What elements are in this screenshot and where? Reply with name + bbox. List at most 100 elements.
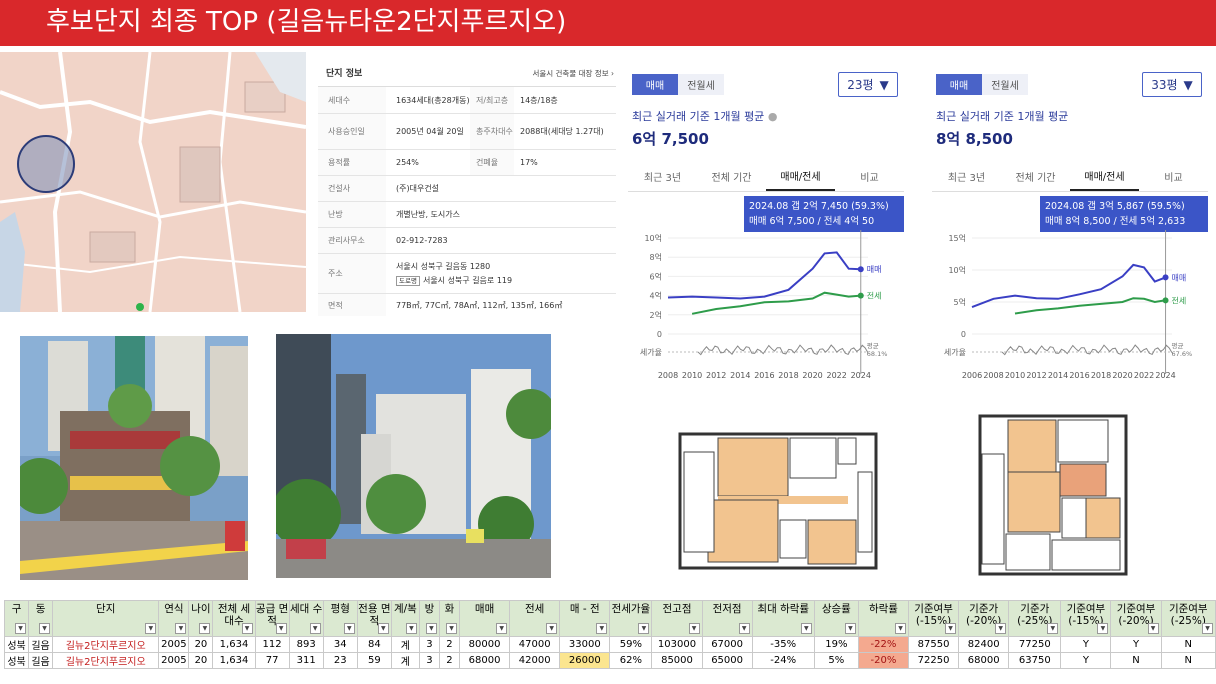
table-cell[interactable]: 68000 — [958, 652, 1010, 669]
filter-dropdown-icon[interactable]: ▼ — [496, 623, 508, 634]
tab-sale[interactable]: 매매 — [632, 74, 678, 95]
column-header[interactable]: 전세 ▼ — [509, 600, 561, 637]
filter-dropdown-icon[interactable]: ▼ — [15, 623, 27, 634]
filter-dropdown-icon[interactable]: ▼ — [175, 623, 187, 634]
filter-dropdown-icon[interactable]: ▼ — [1047, 623, 1059, 634]
filter-dropdown-icon[interactable]: ▼ — [241, 623, 253, 634]
table-cell[interactable]: -20% — [857, 652, 910, 669]
table-cell[interactable]: 길음 — [28, 652, 54, 669]
filter-dropdown-icon[interactable]: ▼ — [199, 623, 211, 634]
column-header[interactable]: 단지 ▼ — [52, 600, 160, 637]
table-cell[interactable]: 47000 — [509, 636, 561, 653]
column-header[interactable]: 기준가 (-25%) ▼ — [1008, 600, 1062, 637]
filter-dropdown-icon[interactable]: ▼ — [425, 623, 437, 634]
tab-sale[interactable]: 매매 — [936, 74, 982, 95]
table-cell[interactable]: 72250 — [907, 652, 960, 669]
column-header[interactable]: 매 - 전 ▼ — [559, 600, 611, 637]
filter-dropdown-icon[interactable]: ▼ — [844, 623, 856, 634]
table-cell[interactable]: 길음 — [28, 636, 54, 653]
filter-dropdown-icon[interactable]: ▼ — [738, 623, 750, 634]
table-cell[interactable]: 23 — [322, 652, 358, 669]
table-cell[interactable]: 85000 — [651, 652, 703, 669]
column-header[interactable]: 최대 하락률 ▼ — [751, 600, 815, 637]
column-header[interactable]: 전저점 ▼ — [701, 600, 753, 637]
table-cell[interactable]: 59 — [356, 652, 392, 669]
table-cell[interactable]: 26000 — [559, 652, 611, 669]
table-cell[interactable]: 1,634 — [212, 636, 256, 653]
table-cell[interactable]: 42000 — [509, 652, 561, 669]
column-header[interactable]: 기준여부 (-25%) ▼ — [1160, 600, 1216, 637]
filter-dropdown-icon[interactable]: ▼ — [638, 623, 650, 634]
filter-dropdown-icon[interactable]: ▼ — [596, 623, 608, 634]
table-cell[interactable]: 5% — [813, 652, 859, 669]
location-map[interactable] — [0, 52, 306, 312]
table-cell[interactable]: N — [1110, 652, 1162, 669]
table-cell[interactable]: -35% — [751, 636, 815, 653]
table-cell[interactable]: 성북 — [3, 636, 30, 653]
column-header[interactable]: 연식 ▼ — [158, 600, 190, 637]
column-header[interactable]: 기준여부 (-15%) ▼ — [907, 600, 960, 637]
table-cell[interactable]: 2 — [438, 636, 461, 653]
price-chart-23[interactable]: 0 2억 4억 6억 8억 10억매매전세세가율 평균68.1% 2008 2010 2012 20… — [628, 230, 904, 380]
table-cell[interactable]: 62% — [609, 652, 653, 669]
table-cell[interactable]: 계 — [390, 636, 420, 653]
tab-all-period[interactable]: 전체 기간 — [1001, 162, 1070, 191]
table-cell[interactable]: 82400 — [958, 636, 1010, 653]
table-cell[interactable]: Y — [1060, 636, 1112, 653]
filter-dropdown-icon[interactable]: ▼ — [1097, 623, 1109, 634]
column-header[interactable]: 평형 ▼ — [322, 600, 358, 637]
column-header[interactable]: 기준가 (-20%) ▼ — [958, 600, 1010, 637]
table-cell[interactable]: 3 — [418, 636, 440, 653]
column-header[interactable]: 하락률 ▼ — [857, 600, 910, 637]
table-cell[interactable]: 112 — [254, 636, 290, 653]
filter-dropdown-icon[interactable]: ▼ — [995, 623, 1007, 634]
column-header[interactable]: 계/복 ▼ — [390, 600, 420, 637]
tab-sale-rent[interactable]: 매매/전세 — [766, 162, 835, 191]
filter-dropdown-icon[interactable]: ▼ — [546, 623, 558, 634]
tab-compare[interactable]: 비교 — [835, 162, 904, 191]
column-header[interactable]: 화 ▼ — [438, 600, 461, 637]
column-header[interactable]: 상승률 ▼ — [813, 600, 859, 637]
table-cell[interactable]: Y — [1110, 636, 1162, 653]
column-header[interactable]: 전체 세대수 ▼ — [212, 600, 256, 637]
filter-dropdown-icon[interactable]: ▼ — [405, 623, 417, 634]
building-register-link[interactable]: 서울시 건축물 대장 정보 › — [532, 68, 614, 79]
tab-rent[interactable]: 전월세 — [678, 74, 724, 95]
table-cell[interactable]: 59% — [609, 636, 653, 653]
tab-compare[interactable]: 비교 — [1139, 162, 1208, 191]
table-cell[interactable]: 19% — [813, 636, 859, 653]
table-cell[interactable]: 계 — [390, 652, 420, 669]
filter-dropdown-icon[interactable]: ▼ — [145, 623, 157, 634]
filter-dropdown-icon[interactable]: ▼ — [688, 623, 700, 634]
tab-rent[interactable]: 전월세 — [982, 74, 1028, 95]
table-cell[interactable]: 3 — [418, 652, 440, 669]
table-cell[interactable]: N — [1160, 636, 1216, 653]
table-cell[interactable]: 1,634 — [212, 652, 256, 669]
table-cell[interactable]: 893 — [288, 636, 324, 653]
column-header[interactable]: 구 ▼ — [3, 600, 30, 637]
table-cell[interactable]: 87550 — [907, 636, 960, 653]
table-cell[interactable]: 67000 — [701, 636, 753, 653]
column-header[interactable]: 전고점 ▼ — [651, 600, 703, 637]
table-cell[interactable]: Y — [1060, 652, 1112, 669]
table-cell[interactable]: -24% — [751, 652, 815, 669]
filter-dropdown-icon[interactable]: ▼ — [895, 623, 906, 634]
filter-dropdown-icon[interactable]: ▼ — [377, 623, 389, 634]
table-cell[interactable]: 84 — [356, 636, 392, 653]
table-cell[interactable]: 80000 — [459, 636, 511, 653]
filter-dropdown-icon[interactable]: ▼ — [309, 623, 321, 634]
filter-dropdown-icon[interactable]: ▼ — [1147, 623, 1159, 634]
table-cell[interactable]: 길뉴2단지푸르지오 — [52, 636, 160, 653]
column-header[interactable]: 전용 면적 ▼ — [356, 600, 392, 637]
filter-dropdown-icon[interactable]: ▼ — [446, 623, 458, 634]
table-cell[interactable]: 311 — [288, 652, 324, 669]
table-cell[interactable]: 2 — [438, 652, 461, 669]
tab-recent-3y[interactable]: 최근 3년 — [628, 162, 697, 191]
column-header[interactable]: 세대 수 ▼ — [288, 600, 324, 637]
tab-sale-rent[interactable]: 매매/전세 — [1070, 162, 1139, 191]
table-cell[interactable]: 20 — [188, 652, 214, 669]
filter-dropdown-icon[interactable]: ▼ — [343, 623, 355, 634]
table-cell[interactable]: -22% — [857, 636, 910, 653]
table-cell[interactable]: 2005 — [158, 652, 190, 669]
column-header[interactable]: 방 ▼ — [418, 600, 440, 637]
